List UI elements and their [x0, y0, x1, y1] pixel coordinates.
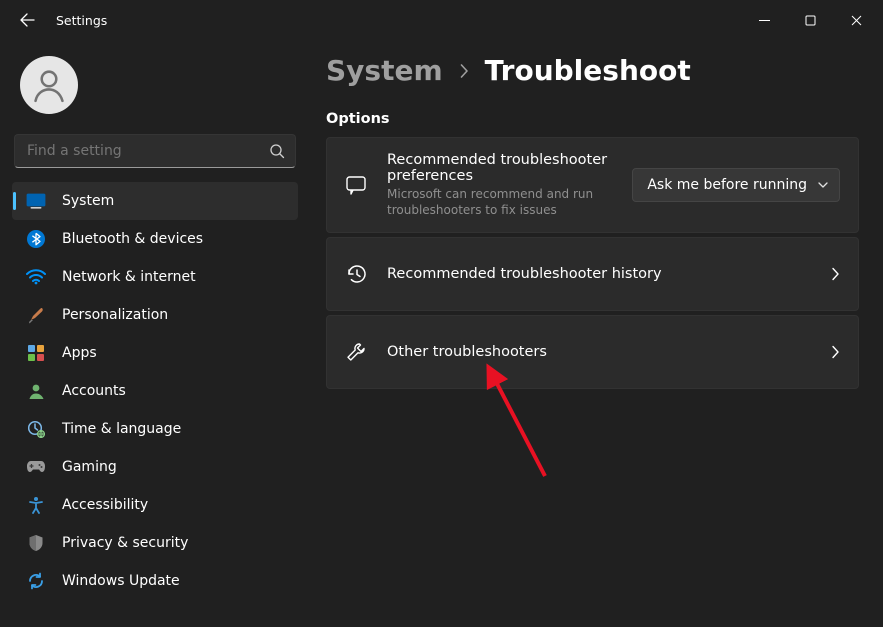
sidebar-item-apps[interactable]: Apps — [12, 334, 298, 372]
sidebar-item-privacy[interactable]: Privacy & security — [12, 524, 298, 562]
prefs-dropdown[interactable]: Ask me before running — [632, 168, 840, 202]
search-input[interactable] — [14, 134, 296, 168]
system-icon — [26, 191, 46, 211]
sidebar-item-label: Bluetooth & devices — [62, 231, 203, 247]
card-subtitle: Microsoft can recommend and run troubles… — [387, 186, 612, 218]
wifi-icon — [26, 267, 46, 287]
maximize-icon — [805, 15, 816, 26]
section-options-label: Options — [326, 111, 859, 127]
paintbrush-icon — [26, 305, 46, 325]
history-icon — [345, 263, 367, 285]
user-icon — [30, 66, 68, 104]
back-arrow-icon — [19, 12, 35, 28]
sidebar-item-label: Gaming — [62, 459, 117, 475]
feedback-icon — [345, 174, 367, 196]
sidebar-item-label: Privacy & security — [62, 535, 188, 551]
accessibility-icon — [26, 495, 46, 515]
breadcrumb-current: Troubleshoot — [485, 54, 691, 87]
window-title: Settings — [56, 13, 107, 28]
sidebar-item-label: Personalization — [62, 307, 168, 323]
bluetooth-icon — [26, 229, 46, 249]
clock-globe-icon — [26, 419, 46, 439]
sidebar-item-label: Time & language — [62, 421, 181, 437]
card-title: Recommended troubleshooter history — [387, 266, 811, 282]
sidebar-item-label: Accessibility — [62, 497, 148, 513]
close-button[interactable] — [833, 4, 879, 36]
nav-list: System Bluetooth & devices Network & int… — [10, 182, 300, 600]
back-button[interactable] — [12, 5, 42, 35]
update-icon — [26, 571, 46, 591]
sidebar-item-label: System — [62, 193, 114, 209]
main-content: System Troubleshoot Options Recommended … — [312, 40, 883, 627]
sidebar-item-system[interactable]: System — [12, 182, 298, 220]
card-troubleshooter-history[interactable]: Recommended troubleshooter history — [326, 237, 859, 311]
chevron-right-icon — [831, 345, 840, 359]
wrench-icon — [345, 341, 367, 363]
breadcrumb-parent[interactable]: System — [326, 54, 443, 87]
sidebar: System Bluetooth & devices Network & int… — [0, 40, 312, 627]
minimize-icon — [759, 15, 770, 26]
sidebar-item-accounts[interactable]: Accounts — [12, 372, 298, 410]
sidebar-item-gaming[interactable]: Gaming — [12, 448, 298, 486]
sidebar-item-network[interactable]: Network & internet — [12, 258, 298, 296]
card-title: Other troubleshooters — [387, 344, 811, 360]
card-title: Recommended troubleshooter preferences — [387, 152, 612, 184]
shield-icon — [26, 533, 46, 553]
maximize-button[interactable] — [787, 4, 833, 36]
close-icon — [851, 15, 862, 26]
sidebar-item-label: Windows Update — [62, 573, 180, 589]
sidebar-item-label: Apps — [62, 345, 97, 361]
user-avatar[interactable] — [20, 56, 78, 114]
chevron-right-icon — [459, 64, 469, 78]
titlebar: Settings — [0, 0, 883, 40]
sidebar-item-windows-update[interactable]: Windows Update — [12, 562, 298, 600]
gamepad-icon — [26, 457, 46, 477]
accounts-icon — [26, 381, 46, 401]
sidebar-item-time-language[interactable]: Time & language — [12, 410, 298, 448]
search-field[interactable] — [15, 143, 295, 159]
chevron-down-icon — [817, 179, 829, 191]
minimize-button[interactable] — [741, 4, 787, 36]
sidebar-item-personalization[interactable]: Personalization — [12, 296, 298, 334]
apps-icon — [26, 343, 46, 363]
dropdown-value: Ask me before running — [647, 177, 807, 193]
breadcrumb: System Troubleshoot — [326, 54, 859, 87]
chevron-right-icon — [831, 267, 840, 281]
card-troubleshooter-prefs: Recommended troubleshooter preferences M… — [326, 137, 859, 233]
search-icon — [269, 143, 285, 159]
sidebar-item-bluetooth[interactable]: Bluetooth & devices — [12, 220, 298, 258]
card-other-troubleshooters[interactable]: Other troubleshooters — [326, 315, 859, 389]
sidebar-item-accessibility[interactable]: Accessibility — [12, 486, 298, 524]
sidebar-item-label: Network & internet — [62, 269, 196, 285]
sidebar-item-label: Accounts — [62, 383, 126, 399]
